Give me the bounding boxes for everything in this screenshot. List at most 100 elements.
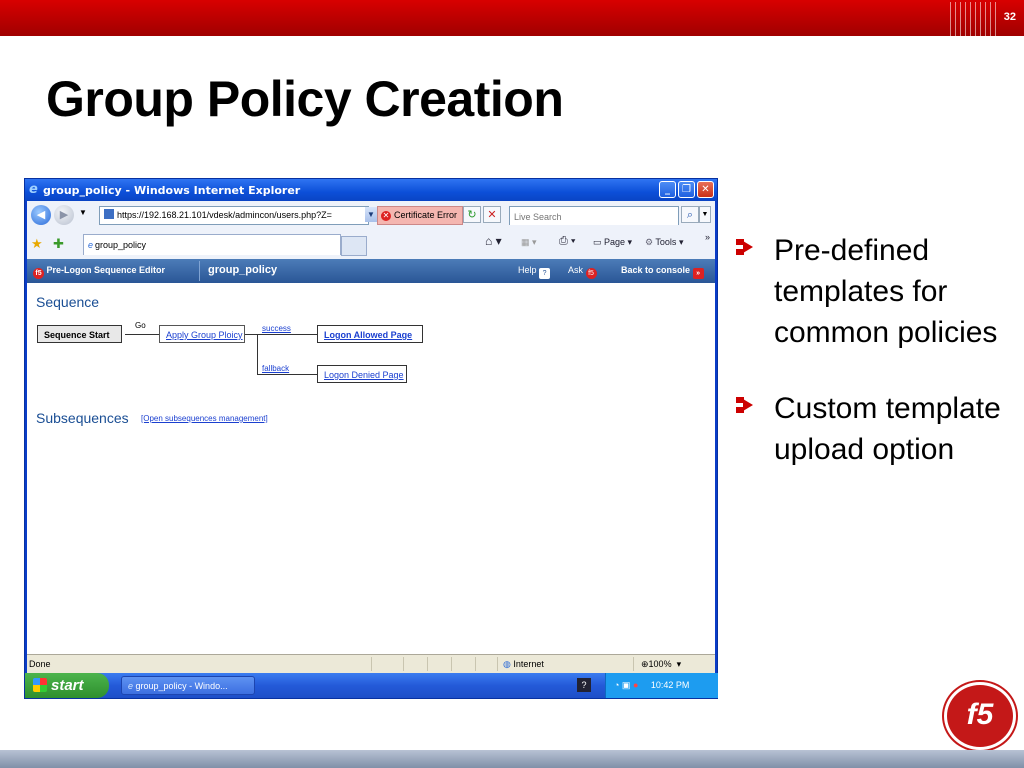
- bullet-arrow-icon: [736, 397, 753, 413]
- status-divider: [427, 657, 428, 671]
- home-icon[interactable]: ⌂ ▾: [485, 234, 502, 248]
- back-button[interactable]: ◀: [31, 205, 51, 225]
- help-label: Help: [518, 265, 537, 275]
- slide-title: Group Policy Creation: [46, 71, 564, 127]
- ie-tab-icon: e: [88, 240, 94, 250]
- subsequences-link[interactable]: [Open subsequences management]: [141, 414, 268, 423]
- favorites-star-icon[interactable]: ★: [31, 236, 43, 252]
- forward-button[interactable]: ▶: [54, 205, 74, 225]
- status-divider: [475, 657, 476, 671]
- denied-link[interactable]: Logon Denied Page: [324, 370, 404, 380]
- address-dropdown-icon[interactable]: ▼: [365, 207, 377, 222]
- page-menu[interactable]: ▭ Page ▾: [593, 237, 632, 248]
- header-divider: [199, 261, 200, 281]
- add-favorites-icon[interactable]: ✚: [53, 236, 64, 252]
- browser-window: e group_policy - Windows Internet Explor…: [24, 178, 718, 699]
- zoom-control[interactable]: ⊕100% ▾: [641, 655, 681, 673]
- print-icon[interactable]: ⎙ ▾: [559, 235, 575, 248]
- browser-chrome: ◀ ▶ ▼ https://192.168.21.101/vdesk/admin…: [27, 201, 715, 259]
- slide-header-bar: 32: [0, 0, 1024, 36]
- ask-f5-icon: f5: [585, 268, 597, 279]
- page-icon: [104, 209, 114, 219]
- internet-zone[interactable]: ◍ Internet: [503, 655, 544, 673]
- search-box[interactable]: [509, 206, 679, 225]
- maximize-button[interactable]: ❐: [678, 181, 695, 198]
- connector-success: [257, 334, 317, 335]
- policy-name: group_policy: [208, 264, 278, 276]
- taskbar: start e group_policy - Windo... ? ◔ ▣ ● …: [25, 673, 718, 698]
- sequence-start-node[interactable]: Sequence Start: [37, 325, 122, 343]
- page-content: f5 Pre-Logon Sequence Editor group_polic…: [27, 259, 715, 654]
- help-link[interactable]: Help ?: [518, 265, 551, 279]
- window-titlebar[interactable]: e group_policy - Windows Internet Explor…: [25, 179, 717, 201]
- windows-logo-icon: [33, 678, 47, 692]
- taskbar-item-ie[interactable]: e group_policy - Windo...: [121, 676, 255, 695]
- search-input[interactable]: [510, 209, 678, 225]
- help-tray-icon[interactable]: ?: [577, 678, 591, 692]
- status-divider: [633, 657, 634, 671]
- sequence-heading: Sequence: [36, 294, 100, 310]
- editor-label: Pre-Logon Sequence Editor: [46, 265, 166, 275]
- arrow-right-icon: »: [692, 268, 704, 279]
- success-link[interactable]: success: [262, 324, 291, 333]
- bullet-text: Pre-defined templates for common policie…: [774, 234, 998, 349]
- go-label: Go: [135, 321, 146, 330]
- shield-icon: ●: [632, 680, 639, 690]
- zoom-icon: ⊕: [641, 659, 649, 669]
- help-icon: ?: [539, 268, 551, 279]
- window-title: group_policy - Windows Internet Explorer: [43, 184, 301, 197]
- chevron-more-icon[interactable]: »: [705, 232, 710, 242]
- slide-number: 32: [1003, 11, 1016, 23]
- bullet-list: Pre-defined templates for common policie…: [736, 230, 1016, 505]
- action-link[interactable]: Apply Group Ploicy: [166, 330, 243, 340]
- search-options-icon[interactable]: ▼: [699, 206, 711, 223]
- tools-menu-label: Tools: [655, 237, 677, 247]
- start-button[interactable]: start: [25, 673, 109, 698]
- header-stripes: [950, 2, 996, 36]
- ask-link[interactable]: Ask f5: [568, 265, 597, 279]
- address-text: https://192.168.21.101/vdesk/admincon/us…: [117, 210, 332, 220]
- bullet-arrow-icon: [736, 239, 753, 255]
- back-to-console-link[interactable]: Back to console »: [621, 265, 704, 279]
- certificate-error-label: Certificate Error: [394, 210, 458, 220]
- bullet-text: Custom template upload option: [774, 392, 1001, 466]
- status-bar: Done ◍ Internet ⊕100% ▾: [27, 654, 715, 673]
- address-bar[interactable]: https://192.168.21.101/vdesk/admincon/us…: [99, 206, 369, 225]
- bullet-item: Pre-defined templates for common policie…: [736, 230, 1016, 353]
- status-divider: [403, 657, 404, 671]
- tools-menu[interactable]: ⚙ Tools ▾: [645, 237, 683, 248]
- close-button[interactable]: ✕: [697, 181, 714, 198]
- taskbar-item-label: group_policy - Windo...: [135, 681, 228, 691]
- stop-icon[interactable]: ✕: [483, 206, 501, 223]
- history-dropdown-icon[interactable]: ▼: [79, 208, 87, 217]
- tab-group-policy[interactable]: e group_policy: [83, 234, 341, 255]
- logon-denied-node[interactable]: Logon Denied Page: [317, 365, 407, 383]
- allowed-link[interactable]: Logon Allowed Page: [324, 330, 412, 340]
- minimize-button[interactable]: _: [659, 181, 676, 198]
- connector-fallback: [257, 374, 317, 375]
- start-label: start: [51, 677, 84, 694]
- connector-go: [125, 334, 159, 335]
- status-divider: [451, 657, 452, 671]
- branch-line: [257, 334, 258, 374]
- refresh-icon[interactable]: ↻: [463, 206, 481, 223]
- fallback-link[interactable]: fallback: [262, 364, 289, 373]
- status-text: Done: [29, 659, 51, 669]
- bullet-item: Custom template upload option: [736, 388, 1016, 470]
- status-divider: [371, 657, 372, 671]
- search-icon[interactable]: ⌕: [681, 206, 699, 223]
- status-divider: [497, 657, 498, 671]
- ie-icon: e: [29, 182, 38, 197]
- new-tab-button[interactable]: [341, 236, 367, 256]
- gear-icon: ⚙: [645, 237, 654, 247]
- tray-icons[interactable]: ◔ ▣ ●: [614, 680, 638, 690]
- certificate-error-button[interactable]: ✕ Certificate Error: [377, 206, 463, 225]
- app-logo: f5 Pre-Logon Sequence Editor: [33, 265, 165, 279]
- back-label: Back to console: [621, 265, 691, 275]
- connector-action: [245, 334, 257, 335]
- logon-allowed-node[interactable]: Logon Allowed Page: [317, 325, 423, 343]
- apply-group-policy-node[interactable]: Apply Group Ploicy: [159, 325, 245, 343]
- clock: 10:42 PM: [650, 680, 690, 690]
- feeds-icon[interactable]: ▦ ▾: [521, 237, 537, 248]
- subsequences-heading: Subsequences: [36, 410, 129, 426]
